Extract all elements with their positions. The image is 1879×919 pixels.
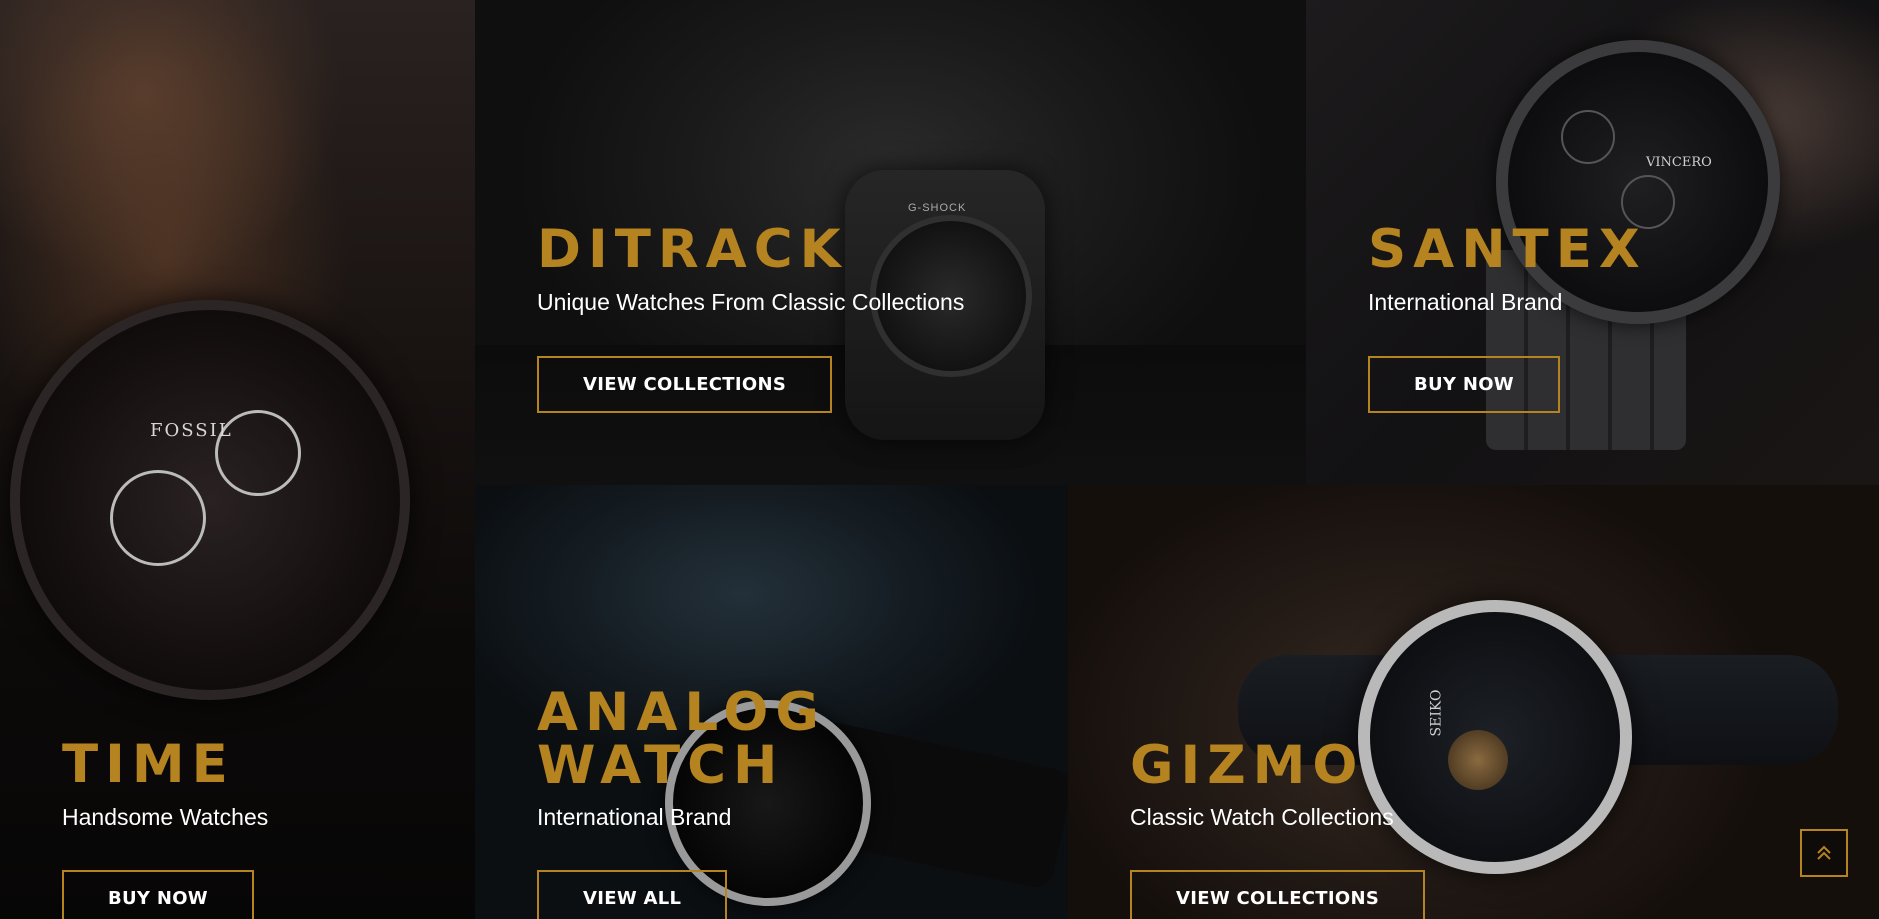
tile-analog-watch: ANALOG WATCH International Brand VIEW AL… (475, 485, 1068, 919)
seiko-logo: SEIKO (1428, 689, 1445, 737)
double-chevron-up-icon (1817, 845, 1831, 860)
view-collections-button[interactable]: VIEW COLLECTIONS (537, 356, 833, 413)
buy-now-button[interactable]: BUY NOW (1368, 356, 1560, 413)
tile-santex-subtitle: International Brand (1368, 289, 1563, 315)
tile-gizmo-subtitle: Classic Watch Collections (1130, 804, 1394, 830)
view-collections-button[interactable]: VIEW COLLECTIONS (1130, 870, 1426, 919)
buy-now-button[interactable]: BUY NOW (62, 870, 254, 919)
tile-santex: VINCERO SANTEX International Brand BUY N… (1306, 0, 1879, 485)
vincero-logo: VINCERO (1646, 155, 1712, 170)
view-all-button[interactable]: VIEW ALL (537, 870, 728, 919)
tile-santex-title: SANTEX (1368, 219, 1647, 280)
fossil-logo: FOSSIL (150, 420, 233, 441)
tile-gizmo-title: GIZMO (1130, 735, 1365, 796)
tile-gizmo: SEIKO GIZMO Classic Watch Collections VI… (1068, 485, 1879, 919)
tile-ditrack-subtitle: Unique Watches From Classic Collections (537, 289, 965, 315)
tile-time-subtitle: Handsome Watches (62, 804, 269, 830)
tile-analog-title-line2: WATCH (537, 735, 785, 796)
tile-analog-subtitle: International Brand (537, 804, 732, 830)
tile-analog-title-line1: ANALOG (537, 682, 826, 743)
gshock-logo: G-SHOCK (908, 202, 967, 214)
tile-time: FOSSIL TIME Handsome Watches BUY NOW (0, 0, 475, 919)
tile-ditrack-title: DITRACK (537, 219, 848, 280)
scroll-to-top-button[interactable] (1800, 829, 1848, 877)
tile-time-title: TIME (62, 734, 235, 795)
tile-ditrack: G-SHOCK DITRACK Unique Watches From Clas… (475, 0, 1306, 485)
